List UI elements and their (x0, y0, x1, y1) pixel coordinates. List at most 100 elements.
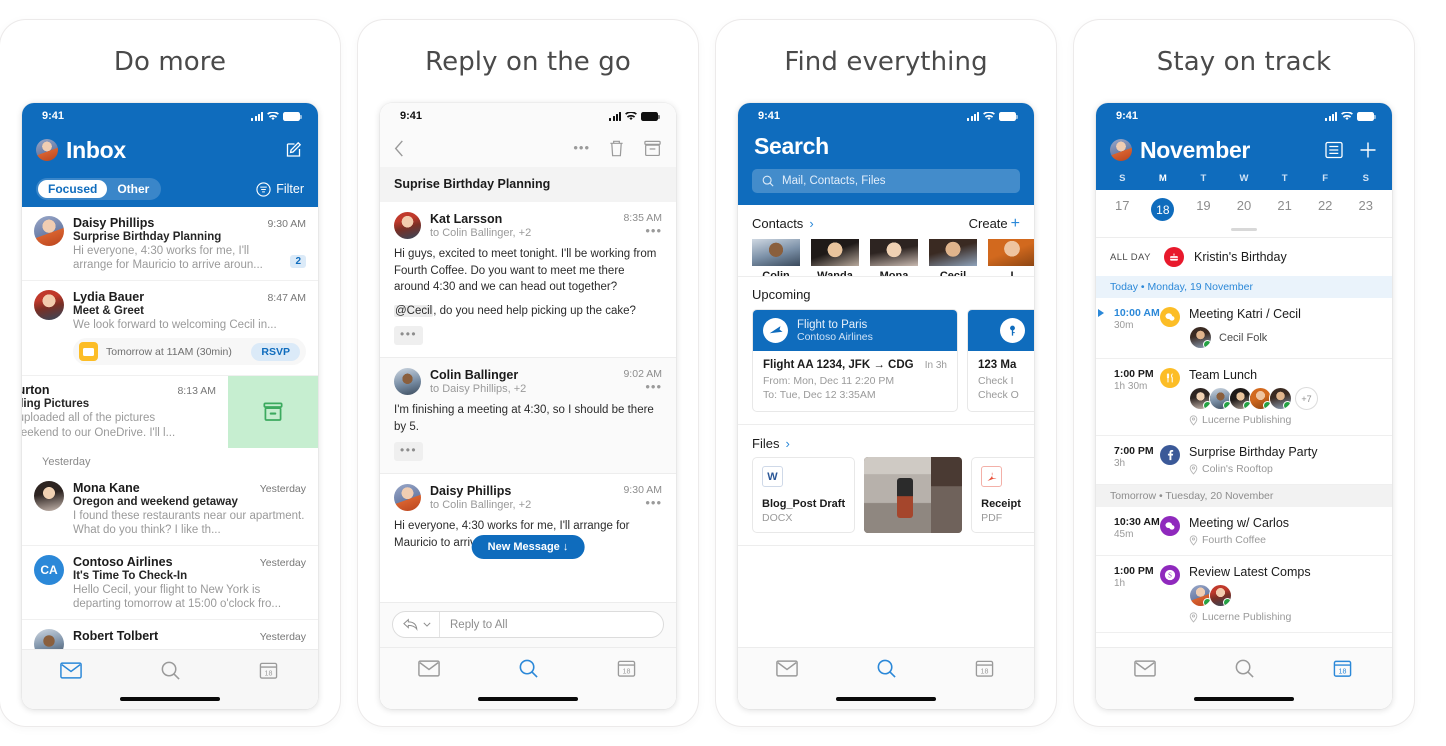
tab-search[interactable] (479, 658, 578, 679)
tab-calendar[interactable]: 18 (935, 659, 1034, 678)
more-dots-icon[interactable]: ••• (623, 224, 662, 237)
message-body-2-rest: , do you need help picking up the cake? (433, 304, 636, 317)
more-dots-icon[interactable]: ••• (623, 496, 662, 509)
avatar (1189, 326, 1212, 349)
reply-mode-selector[interactable] (393, 612, 440, 637)
files-label[interactable]: Files › (752, 436, 790, 451)
search-input[interactable]: Mail, Contacts, Files (752, 169, 1020, 193)
tab-search[interactable] (1195, 658, 1294, 679)
archive-icon[interactable] (643, 139, 662, 158)
bottom-tab-bar: 18 (380, 647, 676, 689)
home-indicator-area (1096, 689, 1392, 709)
tab-calendar[interactable]: 18 (577, 659, 676, 678)
subject: Oregon and weekend getaway (73, 496, 238, 508)
files-carousel[interactable]: W Blog_Post Draft DOCX Receipt PDF (738, 457, 1034, 545)
svg-text:18: 18 (981, 667, 989, 675)
event-row[interactable]: 7:00 PM 3h Surprise Birthday Party Colin… (1096, 436, 1392, 485)
date-cell[interactable]: 23 (1345, 198, 1386, 221)
more-dots-icon[interactable]: ••• (623, 380, 662, 393)
tab-search[interactable] (837, 658, 936, 679)
pivot-group[interactable]: Focused Other (36, 178, 162, 200)
contact-item[interactable]: ColinBallinger (752, 239, 800, 276)
preview-text: Hi everyone, 4:30 works for me, I'll arr… (73, 245, 263, 271)
more-dots-icon[interactable]: ••• (573, 141, 590, 154)
location-pin-icon (1189, 463, 1198, 475)
tab-mail[interactable] (22, 661, 121, 679)
contact-item[interactable]: MonaKane (870, 239, 918, 276)
search-icon (877, 659, 896, 678)
current-time-marker (1098, 309, 1104, 317)
status-time: 9:41 (758, 110, 781, 122)
tab-calendar[interactable]: 18 (219, 661, 318, 680)
contact-item[interactable]: IC (988, 239, 1034, 276)
weekday-label: M (1158, 173, 1167, 184)
create-contact-button[interactable]: Create + (969, 215, 1020, 231)
mention-chip[interactable]: @Cecil (394, 304, 434, 317)
date-cell[interactable]: 17 (1102, 198, 1143, 221)
tab-mail[interactable] (738, 660, 837, 677)
contact-item[interactable]: CecilFolk (929, 239, 977, 276)
expand-quoted-text-button[interactable]: ••• (394, 326, 424, 345)
contacts-label[interactable]: Contacts › (752, 216, 814, 231)
tab-mail[interactable] (1096, 660, 1195, 677)
table-row[interactable]: Mona Kane Yesterday Oregon and weekend g… (22, 472, 318, 545)
date-cell[interactable]: 20 (1224, 198, 1265, 221)
contacts-carousel[interactable]: ColinBallinger WandaHoward MonaKane Ceci… (738, 239, 1034, 276)
message-item[interactable]: Colin Ballinger to Daisy Phillips, +2 9:… (380, 357, 676, 473)
file-card-docx[interactable]: W Blog_Post Draft DOCX (752, 457, 856, 533)
tab-search[interactable] (121, 660, 220, 681)
attendee-row: Cecil Folk (1189, 326, 1380, 349)
date-cell[interactable]: 22 (1305, 198, 1346, 221)
filter-button[interactable]: Filter (256, 181, 304, 197)
upcoming-carousel[interactable]: Flight to Paris Contoso Airlines Flight … (738, 309, 1034, 424)
avatar[interactable] (36, 139, 58, 161)
files-label-text: Files (752, 436, 780, 451)
contact-item[interactable]: WandaHoward (811, 239, 859, 276)
home-indicator-area (738, 689, 1034, 709)
event-row[interactable]: 1:00 PM 1h S Review Latest Comps Lucerne… (1096, 556, 1392, 633)
trash-icon[interactable] (608, 139, 625, 158)
rsvp-button[interactable]: RSVP (251, 342, 300, 361)
tab-focused[interactable]: Focused (38, 180, 108, 198)
message-item[interactable]: Daisy Phillips to Colin Ballinger, +2 9:… (380, 473, 676, 565)
compose-icon[interactable] (284, 140, 304, 160)
upcoming-card-flight[interactable]: Flight to Paris Contoso Airlines Flight … (752, 309, 958, 412)
meeting-invite-chip[interactable]: Tomorrow at 11AM (30min) RSVP (73, 338, 306, 365)
filter-icon (256, 181, 271, 197)
swiped-mail-row[interactable]: te Burton 8:13 AM Bonding Pictures cil, … (22, 375, 318, 448)
all-day-event-row[interactable]: ALL DAY Kristin's Birthday (1096, 238, 1392, 276)
tab-other[interactable]: Other (107, 180, 159, 198)
swipe-archive-action[interactable] (228, 376, 318, 448)
meeting-time: Tomorrow at 11AM (30min) (106, 345, 232, 358)
message-item[interactable]: Kat Larsson to Colin Ballinger, +2 8:35 … (380, 202, 676, 357)
drag-handle (1231, 228, 1257, 231)
event-row[interactable]: 10:00 AM 30m Meeting Katri / Cecil Cecil… (1096, 298, 1392, 359)
table-row[interactable]: Daisy Phillips 9:30 AM Surprise Birthday… (22, 207, 318, 280)
table-row[interactable]: Lydia Bauer 8:47 AM Meet & Greet We look… (22, 280, 318, 375)
table-row[interactable]: Robert Tolbert Yesterday (22, 619, 318, 650)
file-card-photo[interactable] (864, 457, 963, 533)
table-row[interactable]: CA Contoso Airlines Yesterday It's Time … (22, 545, 318, 619)
contacts-label-text: Contacts (752, 216, 804, 231)
tab-mail[interactable] (380, 660, 479, 677)
reply-input[interactable]: Reply to All (440, 619, 508, 631)
agenda-list-icon[interactable] (1324, 140, 1344, 160)
event-row[interactable]: 10:30 AM 45m Meeting w/ Carlos Fourth Co… (1096, 507, 1392, 556)
avatar[interactable] (1110, 139, 1132, 161)
home-indicator (478, 697, 578, 701)
upcoming-card-hotel[interactable]: 123 Ma Check I Check O (967, 309, 1034, 412)
flight-countdown: In 3h (924, 360, 947, 371)
plus-icon[interactable] (1358, 140, 1378, 160)
back-chevron-icon[interactable] (394, 139, 404, 157)
new-message-pill[interactable]: New Message ↓ (471, 535, 585, 559)
tab-calendar[interactable]: 18 (1293, 659, 1392, 678)
date-cell[interactable]: 21 (1264, 198, 1305, 221)
event-row[interactable]: 1:00 PM 1h 30m Team Lunch +7 Lucerne Pub… (1096, 359, 1392, 436)
date-cell-selected[interactable]: 18 (1143, 198, 1184, 221)
date-cell[interactable]: 19 (1183, 198, 1224, 221)
reply-input-group[interactable]: Reply to All (392, 611, 664, 638)
expand-quoted-text-button[interactable]: ••• (394, 442, 424, 461)
week-date-strip[interactable]: 17 18 19 20 21 22 23 (1096, 190, 1392, 225)
calendar-expand-handle[interactable] (1096, 225, 1392, 238)
file-card-pdf[interactable]: Receipt PDF (971, 457, 1034, 533)
